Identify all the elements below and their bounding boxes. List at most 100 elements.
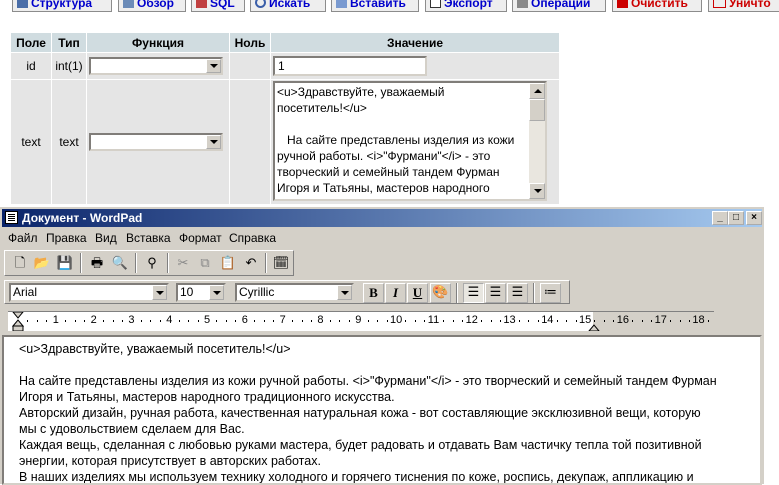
- scroll-up-button[interactable]: [529, 83, 545, 99]
- chevron-down-icon[interactable]: [337, 285, 352, 300]
- scroll-down-button[interactable]: [529, 183, 545, 199]
- cut-icon[interactable]: ✂: [173, 253, 193, 273]
- menu-edit[interactable]: Правка: [46, 231, 87, 245]
- ruler-tick: [301, 320, 303, 322]
- close-button[interactable]: ×: [746, 211, 762, 225]
- ruler-tick: [329, 320, 331, 322]
- toolbar-separator: [265, 253, 267, 273]
- color-icon[interactable]: 🎨: [430, 283, 451, 303]
- tab-label: Уничто: [729, 0, 771, 10]
- search-icon: [255, 0, 266, 8]
- tab-label: Операции: [531, 0, 591, 10]
- drop-icon: [713, 0, 726, 8]
- tab-export[interactable]: Экспорт: [425, 0, 507, 12]
- ruler-number: 12: [465, 314, 478, 326]
- tab-empty[interactable]: Очистить: [612, 0, 702, 12]
- ruler[interactable]: 1 2 3 4 5 6 7 8 9 10 11 12 13 14 15 16 17 18: [8, 311, 714, 331]
- function-select[interactable]: [89, 57, 223, 75]
- value-input[interactable]: 1: [273, 56, 427, 76]
- document-line: мы с удовольствием сделаем для Вас.: [19, 422, 245, 436]
- ruler-number: 8: [317, 314, 324, 326]
- field-name: text: [11, 80, 51, 204]
- scroll-thumb[interactable]: [529, 99, 545, 121]
- function-select[interactable]: [89, 133, 223, 151]
- ruler-number: 17: [654, 314, 667, 326]
- maximize-button[interactable]: □: [728, 211, 744, 225]
- italic-button[interactable]: I: [385, 283, 406, 303]
- ruler-tick: [263, 320, 265, 322]
- table-header: Поле Тип Функция Ноль Значение: [11, 33, 559, 52]
- ruler-tick: [292, 320, 294, 322]
- title-bar[interactable]: Документ - WordPad _ □ ×: [2, 209, 762, 227]
- ruler-tick: [575, 320, 577, 322]
- bold-button[interactable]: B: [363, 283, 384, 303]
- script-combo[interactable]: Cyrillic: [235, 283, 354, 302]
- vertical-scrollbar[interactable]: [529, 83, 545, 199]
- left-indent-marker[interactable]: [12, 312, 24, 331]
- ruler-number: 14: [541, 314, 554, 326]
- value-textarea[interactable]: <u>Здравствуйте, уважаемый посетитель!</…: [273, 81, 547, 201]
- bullets-icon[interactable]: ≔: [540, 283, 561, 303]
- tab-operations[interactable]: Операции: [512, 0, 606, 12]
- menu-view[interactable]: Вид: [95, 231, 117, 245]
- value-cell: <u>Здравствуйте, уважаемый посетитель!</…: [271, 80, 559, 204]
- ruler-tick: [537, 320, 539, 322]
- align-right-icon[interactable]: ☰: [507, 283, 528, 303]
- ruler-tick: [140, 320, 142, 322]
- field-name: id: [11, 53, 51, 79]
- font-name-combo[interactable]: Arial: [9, 283, 169, 302]
- print-preview-icon[interactable]: 🔍: [110, 253, 130, 273]
- ruler-tick: [65, 320, 67, 322]
- null-cell: [230, 53, 270, 79]
- minimize-button[interactable]: _: [712, 211, 728, 225]
- tab-search[interactable]: Искать: [250, 0, 326, 12]
- align-center-icon[interactable]: ☰: [485, 283, 506, 303]
- ruler-tick: [367, 320, 369, 322]
- wordpad-app-icon[interactable]: [5, 211, 18, 224]
- ruler-tick: [481, 320, 483, 322]
- menu-insert[interactable]: Вставка: [126, 231, 171, 245]
- operations-icon: [517, 0, 528, 8]
- menu-help[interactable]: Справка: [229, 231, 276, 245]
- save-icon[interactable]: 💾: [55, 253, 75, 273]
- find-icon[interactable]: ⚲: [142, 253, 162, 273]
- underline-button[interactable]: U: [407, 283, 428, 303]
- font-size-combo[interactable]: 10: [176, 283, 226, 302]
- tab-sql[interactable]: SQL: [191, 0, 245, 12]
- column-header-type: Тип: [52, 33, 86, 52]
- standard-toolbar: 🗋 📂 💾 🖶 🔍 ⚲ ✂ ⧉ 📋 ↶ 🗓: [4, 250, 294, 276]
- tab-drop[interactable]: Уничто: [708, 0, 779, 12]
- copy-icon[interactable]: ⧉: [195, 253, 215, 273]
- empty-icon: [617, 0, 628, 8]
- undo-icon[interactable]: ↶: [241, 253, 261, 273]
- document-area[interactable]: <u>Здравствуйте, уважаемый посетитель!</…: [2, 335, 762, 485]
- document-line: Авторский дизайн, ручная работа, качеств…: [19, 406, 701, 420]
- chevron-down-icon[interactable]: [209, 285, 224, 300]
- ruler-tick: [112, 320, 114, 322]
- new-document-icon[interactable]: 🗋: [10, 253, 30, 273]
- menu-format[interactable]: Формат: [179, 231, 222, 245]
- print-icon[interactable]: 🖶: [87, 253, 107, 273]
- ruler-tick: [273, 320, 275, 322]
- ruler-tick: [707, 320, 709, 322]
- ruler-number: 4: [166, 314, 173, 326]
- tab-label: Экспорт: [444, 0, 493, 10]
- tab-label: SQL: [210, 0, 235, 10]
- ruler-tick: [197, 320, 199, 322]
- tab-browse[interactable]: Обзор: [118, 0, 186, 12]
- menu-file[interactable]: Файл: [8, 231, 38, 245]
- tab-insert[interactable]: Вставить: [331, 0, 419, 12]
- chevron-down-icon[interactable]: [152, 285, 167, 300]
- ruler-tick: [254, 320, 256, 322]
- toolbar-separator: [533, 283, 535, 303]
- right-indent-marker[interactable]: [588, 312, 600, 331]
- paste-icon[interactable]: 📋: [218, 253, 238, 273]
- open-folder-icon[interactable]: 📂: [32, 253, 52, 273]
- align-left-icon[interactable]: ☰: [463, 283, 484, 303]
- ruler-number: 5: [204, 314, 211, 326]
- tab-structure[interactable]: Структура: [12, 0, 112, 12]
- document-line: Игоря и Татьяны, мастеров народного трад…: [19, 390, 395, 404]
- ruler-tick: [36, 320, 38, 322]
- insert-datetime-icon[interactable]: 🗓: [271, 253, 291, 273]
- ruler-tick: [528, 320, 530, 322]
